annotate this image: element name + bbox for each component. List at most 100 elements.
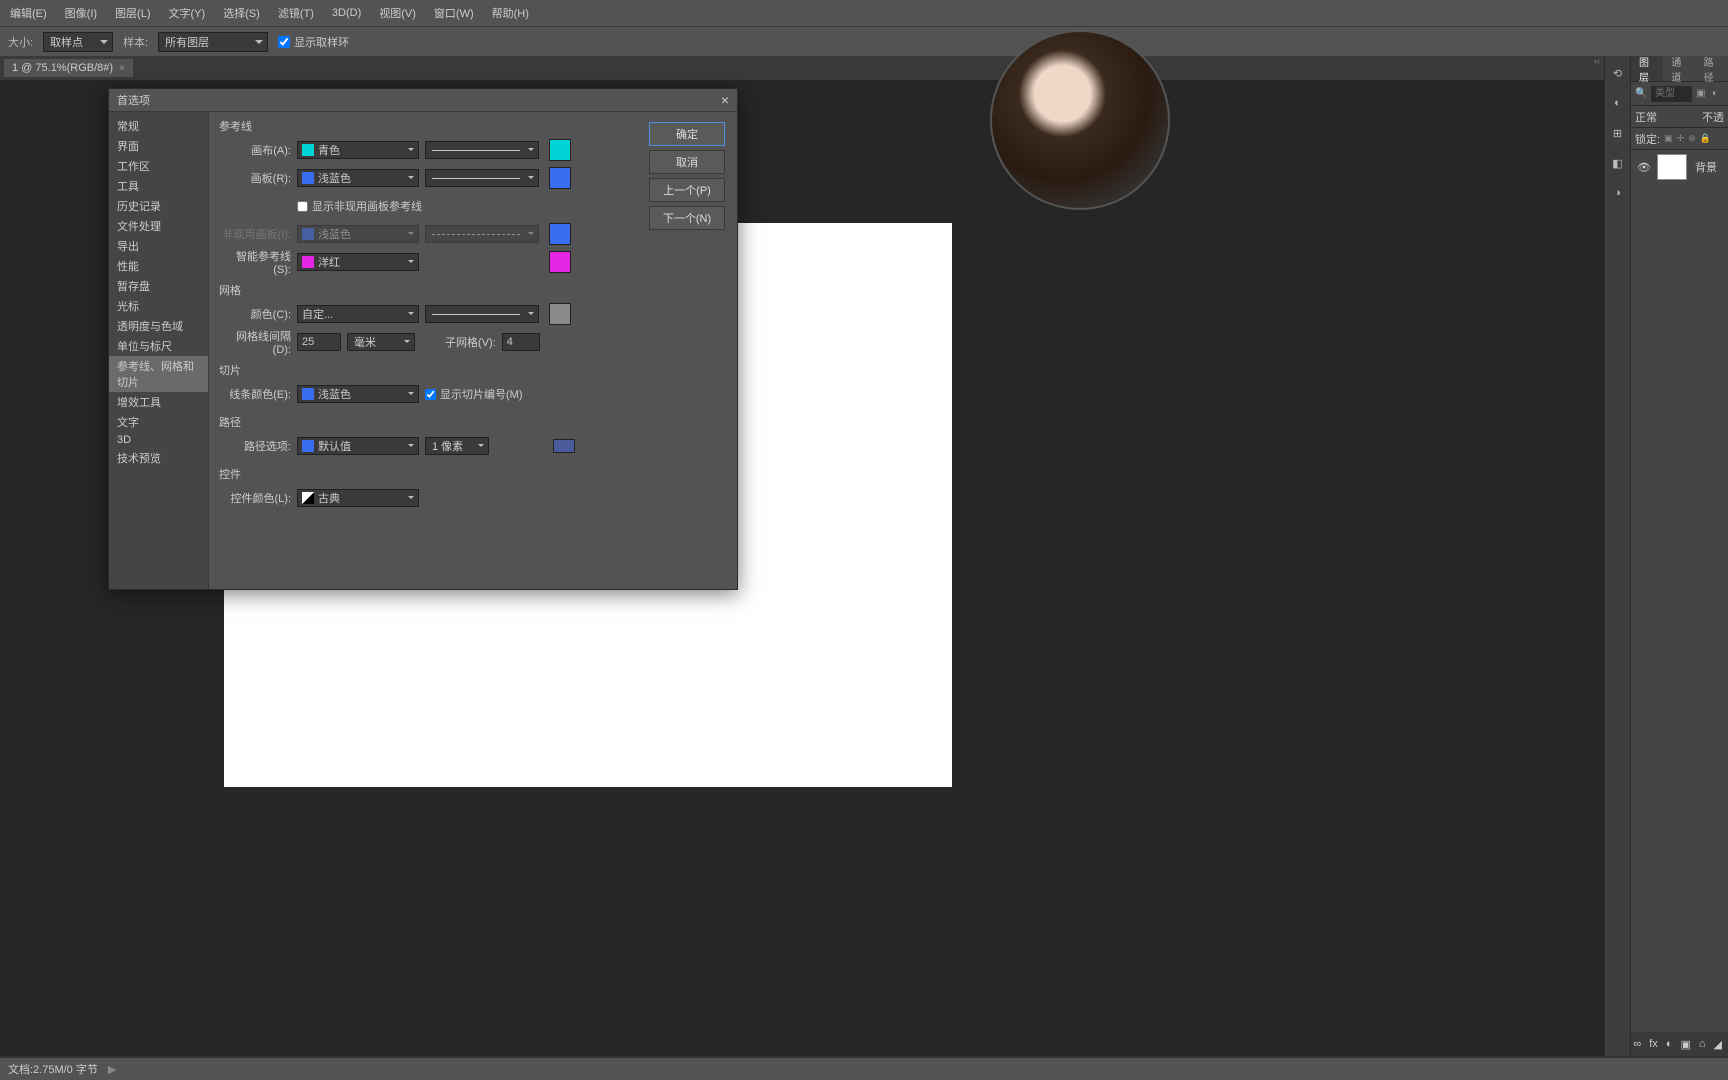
- document-tab[interactable]: 1 @ 75.1%(RGB/8#) ×: [4, 59, 133, 77]
- filter-toggle-icon[interactable]: ◐: [1712, 88, 1724, 100]
- side-type[interactable]: 文字: [109, 412, 208, 432]
- side-guides-grid[interactable]: 参考线、网格和切片: [109, 356, 208, 392]
- menu-window[interactable]: 窗口(W): [434, 5, 474, 21]
- blend-mode-dropdown[interactable]: 正常: [1635, 109, 1657, 125]
- section-grid: 网格 颜色(C): 自定... 网格线间隔(D): 毫米 子网格(V):: [219, 282, 619, 352]
- side-performance[interactable]: 性能: [109, 256, 208, 276]
- layer-name[interactable]: 背景: [1695, 159, 1717, 175]
- collapse-panels-icon[interactable]: ‹‹: [1594, 56, 1600, 66]
- grid-swatch[interactable]: [549, 303, 571, 325]
- color-icon[interactable]: ◐: [1605, 90, 1630, 116]
- slice-numbers-checkbox[interactable]: 显示切片编号(M): [425, 386, 523, 402]
- prev-button[interactable]: 上一个(P): [649, 178, 725, 202]
- filter-thumb-icon[interactable]: ▣: [1696, 88, 1708, 100]
- path-options-dd[interactable]: 默认值: [297, 437, 419, 455]
- menu-select[interactable]: 选择(S): [223, 5, 260, 21]
- grid-color-dd[interactable]: 自定...: [297, 305, 419, 323]
- size-dropdown[interactable]: 取样点: [43, 32, 113, 52]
- layer-row[interactable]: 👁 背景: [1631, 150, 1728, 184]
- menu-edit[interactable]: 编辑(E): [10, 5, 47, 21]
- side-general[interactable]: 常规: [109, 116, 208, 136]
- controls-heading: 控件: [219, 466, 619, 482]
- layer-fx-icon[interactable]: fx: [1649, 1038, 1658, 1050]
- close-dialog-icon[interactable]: ×: [721, 92, 729, 108]
- menu-filter[interactable]: 滤镜(T): [278, 5, 314, 21]
- canvas-guide-color-dd[interactable]: 青色: [297, 141, 419, 159]
- show-inactive-checkbox[interactable]: 显示非现用画板参考线: [297, 198, 422, 214]
- dialog-titlebar[interactable]: 首选项 ×: [109, 89, 737, 112]
- visibility-icon[interactable]: 👁: [1637, 161, 1649, 174]
- swatches-icon[interactable]: ⊞: [1605, 120, 1630, 146]
- side-filehandling[interactable]: 文件处理: [109, 216, 208, 236]
- tab-layers[interactable]: 图层: [1631, 56, 1663, 81]
- path-swatch[interactable]: [553, 439, 575, 453]
- properties-icon[interactable]: ◑: [1605, 180, 1630, 206]
- webcam-overlay: [990, 30, 1170, 210]
- subdivisions-input[interactable]: [502, 333, 540, 351]
- resize-grip-icon[interactable]: ◢: [1714, 1038, 1722, 1051]
- cancel-button[interactable]: 取消: [649, 150, 725, 174]
- menu-3d[interactable]: 3D(D): [332, 7, 361, 19]
- menu-view[interactable]: 视图(V): [379, 5, 416, 21]
- slice-color-dd[interactable]: 浅蓝色: [297, 385, 419, 403]
- doc-size[interactable]: 文档:2.75M/0 字节: [8, 1061, 98, 1077]
- sample-dropdown[interactable]: 所有图层: [158, 32, 268, 52]
- layer-mask-icon[interactable]: ◐: [1666, 1038, 1673, 1050]
- side-export[interactable]: 导出: [109, 236, 208, 256]
- link-layers-icon[interactable]: ∞: [1633, 1038, 1641, 1050]
- layer-thumbnail[interactable]: [1657, 154, 1687, 180]
- path-thickness-dd[interactable]: 1 像素: [425, 437, 489, 455]
- sample-ring-checkbox[interactable]: 显示取样环: [278, 34, 349, 50]
- grid-color-label: 颜色(C):: [219, 306, 291, 322]
- lock-pixels-icon[interactable]: ▣: [1664, 133, 1673, 144]
- section-controls: 控件 控件颜色(L): 古典: [219, 466, 619, 508]
- status-menu-icon[interactable]: ▶: [108, 1063, 116, 1076]
- gridline-every-label: 网格线间隔(D):: [219, 328, 291, 356]
- canvas-guide-style-dd[interactable]: [425, 141, 539, 159]
- artboard-guide-color-dd[interactable]: 浅蓝色: [297, 169, 419, 187]
- adjustments-icon[interactable]: ◧: [1605, 150, 1630, 176]
- lock-position-icon[interactable]: ✢: [1677, 133, 1685, 144]
- artboard-guide-style-dd[interactable]: [425, 169, 539, 187]
- search-icon[interactable]: 🔍: [1635, 88, 1647, 100]
- guides-heading: 参考线: [219, 118, 619, 134]
- side-cursors[interactable]: 光标: [109, 296, 208, 316]
- side-transparency[interactable]: 透明度与色域: [109, 316, 208, 336]
- side-3d[interactable]: 3D: [109, 432, 208, 448]
- artboard-guide-swatch[interactable]: [549, 167, 571, 189]
- gridline-every-input[interactable]: [297, 333, 341, 351]
- new-group-icon[interactable]: ▣: [1680, 1038, 1690, 1051]
- layer-filter-input[interactable]: [1651, 86, 1692, 102]
- dialog-buttons: 确定 取消 上一个(P) 下一个(N): [649, 122, 725, 230]
- side-tech[interactable]: 技术预览: [109, 448, 208, 468]
- delete-layer-icon[interactable]: ⌂: [1699, 1038, 1706, 1050]
- history-icon[interactable]: ⟲: [1605, 60, 1630, 86]
- canvas-guide-swatch[interactable]: [549, 139, 571, 161]
- menu-help[interactable]: 帮助(H): [492, 5, 529, 21]
- next-button[interactable]: 下一个(N): [649, 206, 725, 230]
- close-tab-icon[interactable]: ×: [119, 63, 125, 74]
- slice-color-label: 线条颜色(E):: [219, 386, 291, 402]
- tab-channels[interactable]: 通道: [1663, 54, 1695, 84]
- smart-guide-label: 智能参考线(S):: [219, 248, 291, 276]
- gridline-unit-dd[interactable]: 毫米: [347, 333, 415, 351]
- side-history[interactable]: 历史记录: [109, 196, 208, 216]
- control-color-dd[interactable]: 古典: [297, 489, 419, 507]
- side-units[interactable]: 单位与标尺: [109, 336, 208, 356]
- lock-all-icon[interactable]: 🔒: [1700, 133, 1711, 144]
- smart-guide-color-dd[interactable]: 洋红: [297, 253, 419, 271]
- side-interface[interactable]: 界面: [109, 136, 208, 156]
- lock-artboard-icon[interactable]: ⊕: [1688, 133, 1696, 144]
- side-workspace[interactable]: 工作区: [109, 156, 208, 176]
- side-plugins[interactable]: 增效工具: [109, 392, 208, 412]
- tab-paths[interactable]: 路径: [1696, 54, 1728, 84]
- inactive-guide-swatch[interactable]: [549, 223, 571, 245]
- menu-layer[interactable]: 图层(L): [115, 5, 150, 21]
- side-scratch[interactable]: 暂存盘: [109, 276, 208, 296]
- ok-button[interactable]: 确定: [649, 122, 725, 146]
- menu-image[interactable]: 图像(I): [65, 5, 97, 21]
- menu-type[interactable]: 文字(Y): [169, 5, 206, 21]
- grid-style-dd[interactable]: [425, 305, 539, 323]
- smart-guide-swatch[interactable]: [549, 251, 571, 273]
- side-tools[interactable]: 工具: [109, 176, 208, 196]
